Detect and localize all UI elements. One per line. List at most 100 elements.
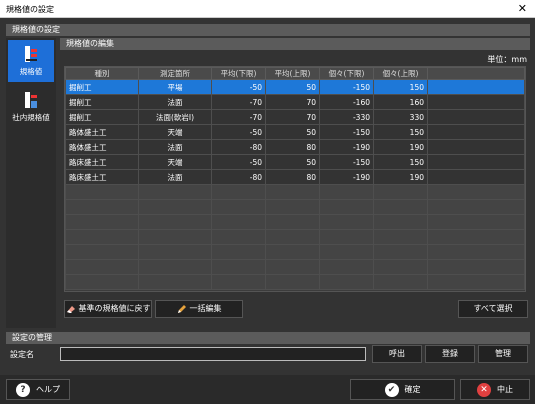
table-row[interactable]: 路体盛土工 天端 -50 50 -150 150 (65, 124, 525, 140)
sidebar-item-company[interactable]: 社内規格値 (8, 86, 54, 128)
table-cell: -150 (319, 154, 374, 170)
empty-cell (427, 259, 525, 275)
table-cell: 掘削工 (65, 94, 139, 110)
table-cell-empty (427, 109, 525, 125)
table-row[interactable]: 路体盛土工 法面 -80 80 -190 190 (65, 139, 525, 155)
empty-cell (319, 199, 374, 215)
column-header: 種別 (65, 67, 139, 80)
empty-cell (265, 199, 320, 215)
empty-row[interactable] (65, 244, 525, 260)
table-cell: 190 (373, 169, 428, 185)
empty-cell (319, 244, 374, 260)
help-button[interactable]: ? ヘルプ (6, 379, 70, 400)
setting-name-field[interactable] (60, 347, 366, 361)
table-cell: -70 (211, 94, 266, 110)
empty-cell (427, 214, 525, 230)
bulk-edit-button[interactable]: 一括編集 (155, 300, 243, 318)
editor-header: 規格値の編集 (60, 38, 530, 50)
table-cell: 150 (373, 79, 428, 95)
table-cell: 法面(軟岩I) (138, 109, 212, 125)
table-cell-empty (427, 124, 525, 140)
table-row[interactable]: 掘削工 平場 -50 50 -150 150 (65, 79, 525, 95)
table-cell: -80 (211, 169, 266, 185)
column-header-empty (427, 67, 525, 80)
empty-cell (211, 199, 266, 215)
empty-cell (427, 229, 525, 245)
empty-cell (373, 244, 428, 260)
table-row[interactable]: 路床盛土工 天端 -50 50 -150 150 (65, 154, 525, 170)
table-cell-empty (427, 139, 525, 155)
empty-row[interactable] (65, 184, 525, 200)
check-icon: ✔ (384, 382, 399, 397)
sidebar-item-standard[interactable]: 規格値 (8, 40, 54, 82)
sidebar-item-label: 規格値 (19, 67, 43, 76)
empty-cell (211, 244, 266, 260)
table-cell: 法面 (138, 94, 212, 110)
empty-cell (373, 229, 428, 245)
empty-cell (373, 274, 428, 290)
manage-button[interactable]: 管理 (478, 345, 528, 363)
register-button[interactable]: 登録 (425, 345, 475, 363)
empty-cell (211, 214, 266, 230)
sidebar: 規格値 社内規格値 (6, 38, 56, 328)
empty-cell (65, 244, 139, 260)
empty-cell (65, 259, 139, 275)
cancel-button[interactable]: ✕ 中止 (460, 379, 530, 400)
empty-cell (319, 184, 374, 200)
table-cell: -150 (319, 79, 374, 95)
confirm-button[interactable]: ✔ 確定 (350, 379, 455, 400)
close-icon[interactable]: ✕ (518, 2, 527, 15)
table-cell: 330 (373, 109, 428, 125)
table-cell: 190 (373, 139, 428, 155)
empty-cell (373, 259, 428, 275)
table-cell: 80 (265, 169, 320, 185)
empty-cell (138, 229, 212, 245)
help-icon: ? (16, 382, 30, 397)
standards-grid: 種別 測定箇所 平均(下限) 平均(上限) 個々(下限) 個々(上限) 掘削工平… (64, 66, 526, 292)
table-cell: 路体盛土工 (65, 139, 139, 155)
pencil-icon (177, 304, 186, 313)
empty-cell (319, 274, 374, 290)
empty-cell (65, 184, 139, 200)
empty-cell (265, 274, 320, 290)
table-cell-empty (427, 79, 525, 95)
empty-cell (65, 199, 139, 215)
empty-cell (138, 259, 212, 275)
table-cell: 法面 (138, 139, 212, 155)
table-cell: 平場 (138, 79, 212, 95)
table-cell-empty (427, 169, 525, 185)
table-cell: -50 (211, 79, 266, 95)
column-header: 測定箇所 (138, 67, 212, 80)
empty-cell (265, 184, 320, 200)
empty-cell (319, 229, 374, 245)
table-row[interactable]: 掘削工 法面(軟岩I) -70 70 -330 330 (65, 109, 525, 125)
empty-cell (319, 214, 374, 230)
table-cell: 掘削工 (65, 79, 139, 95)
select-all-button[interactable]: すべて選択 (458, 300, 528, 318)
column-header: 個々(下限) (319, 67, 374, 80)
table-cell: 50 (265, 124, 320, 140)
empty-row[interactable] (65, 229, 525, 245)
empty-row[interactable] (65, 199, 525, 215)
empty-row[interactable] (65, 259, 525, 275)
table-row[interactable]: 路床盛土工 法面 -80 80 -190 190 (65, 169, 525, 185)
empty-row[interactable] (65, 214, 525, 230)
table-cell: 150 (373, 124, 428, 140)
table-cell: 路床盛土工 (65, 169, 139, 185)
empty-cell (265, 229, 320, 245)
table-cell: 路床盛土工 (65, 154, 139, 170)
table-cell: -150 (319, 124, 374, 140)
table-row[interactable]: 掘削工 法面 -70 70 -160 160 (65, 94, 525, 110)
table-cell: 50 (265, 79, 320, 95)
load-button[interactable]: 呼出 (372, 345, 422, 363)
table-cell: -190 (319, 169, 374, 185)
empty-row[interactable] (65, 274, 525, 290)
setting-name-label: 設定名 (10, 350, 34, 359)
empty-cell (373, 184, 428, 200)
table-cell: 70 (265, 94, 320, 110)
empty-cell (427, 274, 525, 290)
table-cell: 法面 (138, 169, 212, 185)
empty-cell (211, 184, 266, 200)
reset-standard-button[interactable]: 基準の規格値に戻す (64, 300, 152, 318)
empty-cell (211, 229, 266, 245)
